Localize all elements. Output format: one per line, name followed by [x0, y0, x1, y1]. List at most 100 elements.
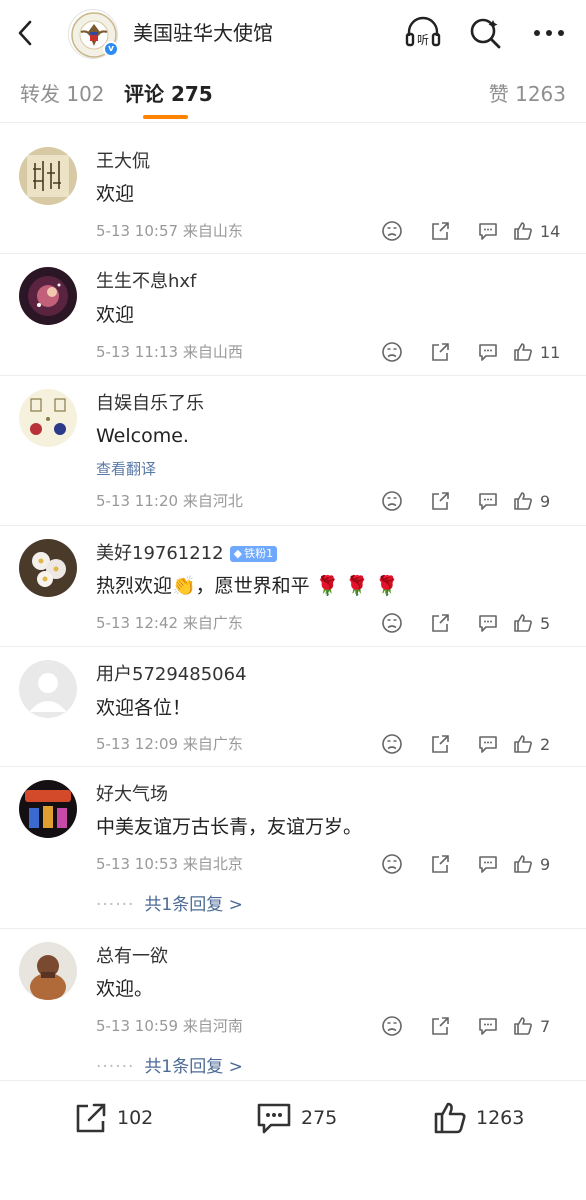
- comment-item: 用户5729485064 欢迎各位！ 5-13 12:09 来自广东 2: [0, 647, 586, 767]
- repost-icon[interactable]: [416, 218, 464, 244]
- comment-location: 来自广东: [182, 614, 243, 632]
- comment-location: 来自河南: [182, 1017, 243, 1035]
- comment-text: 欢迎各位！: [96, 697, 192, 719]
- active-tab-indicator: [143, 115, 188, 119]
- bottom-action-bar: 102 275 1263: [0, 1080, 586, 1200]
- verified-badge-icon: v: [103, 41, 119, 57]
- avatar[interactable]: [19, 389, 77, 447]
- comment-icon[interactable]: [464, 731, 512, 757]
- like-button[interactable]: 7: [512, 1013, 568, 1039]
- comment-time: 5-13 12:09: [96, 735, 179, 753]
- comment-time: 5-13 12:42: [96, 614, 179, 632]
- like-button[interactable]: 14: [512, 218, 568, 244]
- comment-text: 欢迎。: [96, 978, 154, 1000]
- comment-item: 自娱自乐了乐 Welcome. 查看翻译 5-13 11:20 来自河北 9: [0, 376, 586, 526]
- comment-count: 275: [301, 1107, 338, 1129]
- replies-label: 共1条回复 >: [144, 1057, 243, 1077]
- avatar[interactable]: [19, 780, 77, 838]
- comment-actions: 14: [368, 218, 568, 244]
- comment-meta: 5-13 12:42 来自广东: [96, 613, 243, 633]
- comment-text: Welcome.: [96, 425, 189, 447]
- dislike-face-icon[interactable]: [368, 610, 416, 636]
- listen-icon[interactable]: 听: [404, 14, 442, 52]
- comment-icon[interactable]: [464, 610, 512, 636]
- comment-actions: 9: [368, 488, 568, 514]
- repost-icon[interactable]: [416, 851, 464, 877]
- back-arrow-icon[interactable]: [10, 18, 40, 48]
- like-button[interactable]: 2: [512, 731, 568, 757]
- like-button[interactable]: 9: [512, 488, 568, 514]
- like-icon: [514, 614, 532, 632]
- repost-icon[interactable]: [416, 488, 464, 514]
- dislike-face-icon[interactable]: [368, 218, 416, 244]
- comment-icon[interactable]: [464, 339, 512, 365]
- comment-icon[interactable]: [464, 488, 512, 514]
- dislike-face-icon[interactable]: [368, 851, 416, 877]
- comment-item: 生生不息hxf 欢迎 5-13 11:13 来自山西 11: [0, 254, 586, 376]
- comment-icon[interactable]: [464, 218, 512, 244]
- commenter-name[interactable]: 自娱自乐了乐: [96, 392, 204, 416]
- repost-icon[interactable]: [416, 1013, 464, 1039]
- view-replies-link[interactable]: ······ 共1条回复 >: [96, 890, 243, 915]
- comment-time: 5-13 10:53: [96, 855, 179, 873]
- avatar[interactable]: [19, 267, 77, 325]
- repost-icon[interactable]: [416, 610, 464, 636]
- like-count: 9: [540, 491, 551, 511]
- commenter-name[interactable]: 生生不息hxf: [96, 270, 196, 294]
- comment-actions: 5: [368, 610, 568, 636]
- fan-badge-label: 铁粉1: [244, 547, 274, 560]
- dislike-face-icon[interactable]: [368, 488, 416, 514]
- like-icon: [514, 492, 532, 510]
- comment-icon[interactable]: [464, 851, 512, 877]
- reply-dots: ······: [96, 895, 135, 915]
- avatar[interactable]: [19, 539, 77, 597]
- bottom-like-button[interactable]: 1263: [432, 1097, 524, 1139]
- comment-list: 王大侃 欢迎 5-13 10:57 来自山东 14 生生不息hxf 欢迎 5-1…: [0, 136, 586, 1083]
- more-icon[interactable]: [530, 14, 568, 52]
- dislike-face-icon[interactable]: [368, 731, 416, 757]
- commenter-name[interactable]: 好大气场: [96, 783, 168, 807]
- fan-badge: ◆ 铁粉1: [229, 546, 278, 562]
- like-count: 7: [540, 1016, 551, 1036]
- repost-icon[interactable]: [416, 339, 464, 365]
- like-button[interactable]: 11: [512, 339, 568, 365]
- comment-location: 来自广东: [182, 735, 243, 753]
- like-button[interactable]: 5: [512, 610, 568, 636]
- view-replies-link[interactable]: ······ 共1条回复 >: [96, 1052, 243, 1077]
- comment-meta: 5-13 12:09 来自广东: [96, 734, 243, 754]
- like-icon: [514, 855, 532, 873]
- like-button[interactable]: 9: [512, 851, 568, 877]
- repost-icon[interactable]: [416, 731, 464, 757]
- tab-comments[interactable]: 评论 275: [124, 81, 213, 107]
- like-icon: [434, 1102, 466, 1134]
- avatar[interactable]: [19, 942, 77, 1000]
- svg-text:听: 听: [417, 33, 429, 47]
- commenter-name[interactable]: 王大侃: [96, 150, 150, 174]
- comment-text: 热烈欢迎👏，愿世界和平 🌹 🌹 🌹: [96, 575, 399, 597]
- comment-text: 欢迎: [96, 183, 135, 205]
- avatar[interactable]: [19, 147, 77, 205]
- comment-location: 来自山东: [182, 222, 243, 240]
- comment-meta: 5-13 10:53 来自北京: [96, 854, 243, 874]
- comment-location: 来自河北: [182, 492, 243, 510]
- bottom-comment-button[interactable]: 275: [255, 1097, 337, 1139]
- dislike-face-icon[interactable]: [368, 339, 416, 365]
- commenter-name[interactable]: 用户5729485064: [96, 663, 247, 687]
- comment-icon[interactable]: [464, 1013, 512, 1039]
- tab-likes[interactable]: 赞 1263: [489, 81, 566, 107]
- bottom-repost-button[interactable]: 102: [73, 1097, 153, 1139]
- account-name[interactable]: 美国驻华大使馆: [133, 20, 273, 46]
- dislike-face-icon[interactable]: [368, 1013, 416, 1039]
- reply-dots: ······: [96, 1057, 135, 1077]
- commenter-name[interactable]: 总有一欲: [96, 945, 168, 969]
- search-icon[interactable]: [467, 14, 505, 52]
- tab-repost[interactable]: 转发 102: [20, 81, 105, 107]
- translate-link[interactable]: 查看翻译: [96, 458, 156, 479]
- avatar[interactable]: [19, 660, 77, 718]
- comment-meta: 5-13 10:57 来自山东: [96, 221, 243, 241]
- like-icon: [514, 343, 532, 361]
- like-count: 1263: [476, 1107, 525, 1129]
- like-count: 14: [540, 221, 561, 241]
- commenter-name[interactable]: 美好19761212 ◆ 铁粉1: [96, 542, 278, 566]
- comment-location: 来自北京: [182, 855, 243, 873]
